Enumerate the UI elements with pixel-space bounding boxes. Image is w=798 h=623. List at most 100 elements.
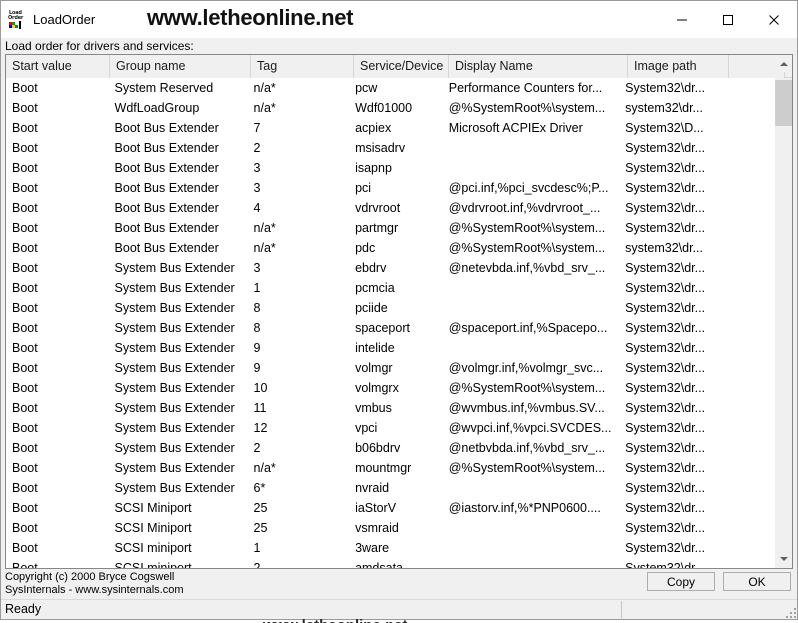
scroll-down-button[interactable] — [775, 550, 792, 567]
table-cell: Boot — [12, 341, 38, 355]
table-cell: Boot — [12, 521, 38, 535]
table-row[interactable]: Boot WdfLoadGroup n/a* Wdf01000 @%SystemRoot… — [6, 98, 774, 118]
table-cell: 2 — [253, 561, 261, 568]
table-row[interactable]: Boot System Bus Extender 9 intelide System32… — [6, 338, 774, 358]
table-cell: @netevbda.inf,%vbd_srv_... — [448, 261, 606, 275]
minimize-button[interactable] — [659, 1, 705, 38]
table-row[interactable]: Boot System Bus Extender 11 vmbus @wvmbus.in… — [6, 398, 774, 418]
table-cell: System32\dr... — [625, 201, 706, 215]
table-cell: Boot — [12, 441, 38, 455]
table-cell: Boot — [12, 241, 38, 255]
loadorder-icon: Load Order — [8, 10, 26, 29]
table-cell: iaStorV — [355, 501, 397, 515]
table-cell — [719, 298, 774, 318]
vertical-scrollbar[interactable] — [774, 55, 792, 568]
table-row[interactable]: Boot Boot Bus Extender 3 pci @pci.inf,%pci_s… — [6, 178, 774, 198]
table-cell: System32\dr... — [625, 561, 706, 568]
table-cell: system32\dr... — [625, 241, 703, 255]
table-cell — [719, 358, 774, 378]
table-cell: nvraid — [355, 481, 390, 495]
table-cell: 8 — [253, 301, 261, 315]
table-row[interactable]: Boot SCSI miniport 2 amdsata System32\dr... — [6, 558, 774, 568]
scrollbar-thumb[interactable] — [775, 80, 792, 126]
table-cell: System32\dr... — [625, 481, 706, 495]
table-cell: System Bus Extender — [114, 441, 235, 455]
table-cell: System Bus Extender — [114, 341, 235, 355]
window-title: LoadOrder — [33, 12, 96, 27]
table-cell: @%SystemRoot%\system... — [448, 221, 606, 235]
table-cell: Boot Bus Extender — [114, 241, 219, 255]
table-cell: n/a* — [253, 221, 276, 235]
table-cell: Wdf01000 — [355, 101, 413, 115]
table-cell: Boot — [12, 381, 38, 395]
table-body: Boot System Reserved n/a* pcw Performance Co… — [6, 78, 774, 568]
table-row[interactable]: Boot SCSI Miniport 25 vsmraid System32\dr... — [6, 518, 774, 538]
table-row[interactable]: Boot SCSI Miniport 25 iaStorV @iastorv.inf,%… — [6, 498, 774, 518]
table-cell: System32\dr... — [625, 381, 706, 395]
table-cell — [719, 398, 774, 418]
maximize-button[interactable] — [705, 1, 751, 38]
table-cell: System Bus Extender — [114, 321, 235, 335]
table-cell: Boot — [12, 141, 38, 155]
table-row[interactable]: Boot System Bus Extender 12 vpci @wvpci.inf,… — [6, 418, 774, 438]
table-cell: SCSI Miniport — [114, 501, 192, 515]
table-cell — [719, 238, 774, 258]
table-cell: isapnp — [355, 161, 392, 175]
table-row[interactable]: Boot Boot Bus Extender 4 vdrvroot @vdrvroot.… — [6, 198, 774, 218]
table-cell: partmgr — [355, 221, 399, 235]
column-header-tag[interactable]: Tag — [251, 55, 354, 78]
table-cell: acpiex — [355, 121, 392, 135]
table-row[interactable]: Boot System Bus Extender 8 pciide System32\d… — [6, 298, 774, 318]
table-cell: 2 — [253, 141, 261, 155]
scroll-up-button[interactable] — [775, 55, 792, 72]
table-cell: System32\dr... — [625, 141, 706, 155]
table-row[interactable]: Boot System Bus Extender 9 volmgr @volmgr.in… — [6, 358, 774, 378]
table-cell: b06bdrv — [355, 441, 401, 455]
table-cell — [719, 78, 774, 98]
ok-button[interactable]: OK — [723, 572, 791, 591]
table-cell: System Bus Extender — [114, 261, 235, 275]
resize-grip[interactable] — [782, 604, 796, 618]
table-row[interactable]: Boot System Bus Extender n/a* mountmgr @%Sys… — [6, 458, 774, 478]
table-row[interactable]: Boot SCSI miniport 1 3ware System32\dr... — [6, 538, 774, 558]
close-button[interactable] — [751, 1, 797, 38]
table-row[interactable]: Boot System Bus Extender 6* nvraid System32\… — [6, 478, 774, 498]
table-row[interactable]: Boot System Reserved n/a* pcw Performance Co… — [6, 78, 774, 98]
table-cell: System Bus Extender — [114, 461, 235, 475]
table-cell: System32\dr... — [625, 161, 706, 175]
column-header-group-name[interactable]: Group name — [110, 55, 251, 78]
table-cell: System Bus Extender — [114, 361, 235, 375]
table-cell: intelide — [355, 341, 395, 355]
table-cell — [719, 498, 774, 518]
column-header-image-path[interactable]: Image path — [628, 55, 729, 78]
column-header-start-value[interactable]: Start value — [6, 55, 110, 78]
table-cell: System Bus Extender — [114, 421, 235, 435]
copy-button[interactable]: Copy — [647, 572, 715, 591]
table-row[interactable]: Boot Boot Bus Extender 7 acpiex Microsoft AC… — [6, 118, 774, 138]
column-header-service-device[interactable]: Service/Device — [354, 55, 449, 78]
table-cell: System Bus Extender — [114, 381, 235, 395]
status-text: Ready — [5, 602, 42, 616]
table-cell: System32\dr... — [625, 421, 706, 435]
table-row[interactable]: Boot System Bus Extender 3 ebdrv @netevbda.i… — [6, 258, 774, 278]
table-cell — [719, 218, 774, 238]
table-row[interactable]: Boot System Bus Extender 1 pcmcia System32\d… — [6, 278, 774, 298]
table-row[interactable]: Boot Boot Bus Extender n/a* pdc @%SystemRoot… — [6, 238, 774, 258]
table-cell: System Reserved — [114, 81, 214, 95]
table-row[interactable]: Boot Boot Bus Extender n/a* partmgr @%System… — [6, 218, 774, 238]
table-cell: Boot — [12, 501, 38, 515]
table-cell: @%SystemRoot%\system... — [448, 381, 606, 395]
close-icon — [769, 14, 779, 25]
status-separator — [621, 601, 622, 618]
table-cell — [443, 158, 619, 178]
table-row[interactable]: Boot Boot Bus Extender 3 isapnp System32\dr.… — [6, 158, 774, 178]
table-row[interactable]: Boot System Bus Extender 8 spaceport @spacep… — [6, 318, 774, 338]
table-cell — [719, 278, 774, 298]
table-row[interactable]: Boot System Bus Extender 10 volmgrx @%System… — [6, 378, 774, 398]
table-row[interactable]: Boot Boot Bus Extender 2 msisadrv System32\d… — [6, 138, 774, 158]
table-cell: 3ware — [355, 541, 390, 555]
column-header-display-name[interactable]: Display Name — [449, 55, 628, 78]
table-row[interactable]: Boot System Bus Extender 2 b06bdrv @netbvbda… — [6, 438, 774, 458]
table-cell: Boot — [12, 181, 38, 195]
table-cell: 11 — [253, 401, 267, 415]
